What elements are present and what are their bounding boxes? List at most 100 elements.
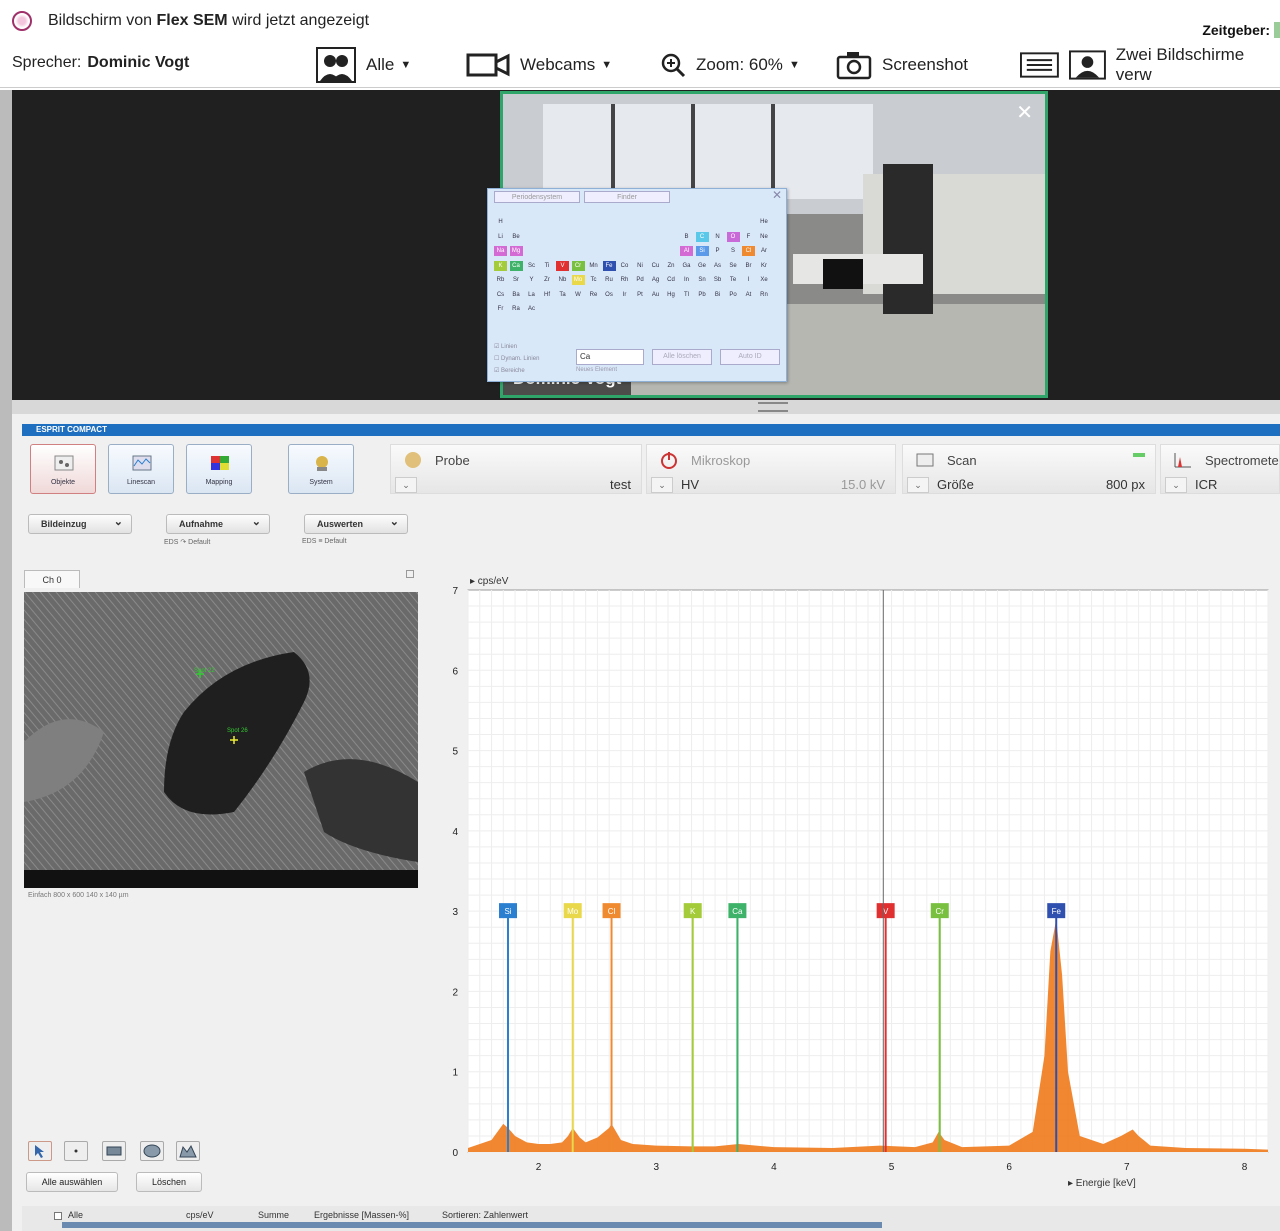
element-bi[interactable]: Bi	[711, 290, 724, 300]
element-mn[interactable]: Mn	[587, 261, 600, 271]
element-ta[interactable]: Ta	[556, 290, 569, 300]
element-hg[interactable]: Hg	[665, 290, 678, 300]
system-button[interactable]: System	[288, 444, 354, 494]
element-fe[interactable]: Fe	[602, 260, 616, 271]
element-he[interactable]: He	[758, 217, 771, 227]
element-ca[interactable]: Ca	[509, 260, 523, 271]
element-br[interactable]: Br	[742, 261, 755, 271]
element-i[interactable]: I	[742, 275, 755, 285]
element-p[interactable]: P	[711, 246, 724, 256]
element-f[interactable]: F	[742, 232, 755, 242]
probe-dropdown[interactable]: ⌄	[395, 477, 417, 493]
linescan-button[interactable]: Linescan	[108, 444, 174, 494]
element-cd[interactable]: Cd	[665, 275, 678, 285]
scan-dropdown[interactable]: ⌄	[907, 477, 929, 493]
element-cu[interactable]: Cu	[649, 261, 662, 271]
element-po[interactable]: Po	[727, 290, 740, 300]
close-icon[interactable]: ✕	[1016, 100, 1033, 125]
element-in[interactable]: In	[680, 275, 693, 285]
element-rn[interactable]: Rn	[758, 290, 771, 300]
pane-splitter[interactable]	[12, 400, 1280, 414]
element-kr[interactable]: Kr	[758, 261, 771, 271]
tab-periodic-table[interactable]: Periodensystem	[494, 191, 580, 203]
element-ni[interactable]: Ni	[634, 261, 647, 271]
element-pt[interactable]: Pt	[634, 290, 647, 300]
element-nb[interactable]: Nb	[556, 275, 569, 285]
element-as[interactable]: As	[711, 261, 724, 271]
tab-ch0[interactable]: Ch 0	[24, 570, 80, 588]
all-checkbox[interactable]	[54, 1212, 62, 1220]
acquisition-combo[interactable]: Aufnahme	[166, 513, 270, 534]
element-zn[interactable]: Zn	[665, 261, 678, 271]
element-ar[interactable]: Ar	[758, 246, 771, 256]
element-rb[interactable]: Rb	[494, 275, 507, 285]
image-acquisition-combo[interactable]: Bildeinzug	[28, 513, 132, 534]
element-co[interactable]: Co	[618, 261, 631, 271]
element-ti[interactable]: Ti	[541, 261, 554, 271]
element-xe[interactable]: Xe	[758, 275, 771, 285]
clear-all-button[interactable]: Alle löschen	[652, 349, 712, 365]
element-cl[interactable]: Cl	[742, 246, 755, 256]
auto-id-button[interactable]: Auto ID	[720, 349, 780, 365]
dyn-lines-check[interactable]: ☐ Dynam. Linien	[494, 355, 539, 362]
evaluate-combo[interactable]: Auswerten	[304, 513, 408, 534]
element-ga[interactable]: Ga	[680, 261, 693, 271]
ranges-check[interactable]: ☑ Bereiche	[494, 367, 525, 374]
element-la[interactable]: La	[525, 290, 538, 300]
element-si[interactable]: Si	[695, 246, 709, 256]
objects-button[interactable]: Objekte	[30, 444, 96, 494]
element-b[interactable]: B	[680, 232, 693, 242]
element-mg[interactable]: Mg	[509, 246, 523, 256]
element-sn[interactable]: Sn	[696, 275, 709, 285]
screenshot-button[interactable]: Screenshot	[836, 48, 968, 82]
element-c[interactable]: C	[695, 231, 709, 242]
maximize-icon[interactable]	[406, 570, 414, 578]
element-mo[interactable]: Mo	[571, 275, 585, 285]
close-icon[interactable]: ✕	[772, 188, 782, 202]
select-tool[interactable]	[28, 1141, 52, 1161]
microscope-dropdown[interactable]: ⌄	[651, 477, 673, 493]
element-ra[interactable]: Ra	[510, 304, 523, 314]
mapping-button[interactable]: Mapping	[186, 444, 252, 494]
zoom-dropdown[interactable]: Zoom: 60% ▼	[660, 48, 800, 82]
element-s[interactable]: S	[727, 246, 740, 256]
element-se[interactable]: Se	[727, 261, 740, 271]
element-na[interactable]: Na	[494, 246, 507, 256]
element-ba[interactable]: Ba	[510, 290, 523, 300]
element-rh[interactable]: Rh	[618, 275, 631, 285]
element-li[interactable]: Li	[494, 232, 507, 242]
element-pb[interactable]: Pb	[696, 290, 709, 300]
element-y[interactable]: Y	[525, 275, 538, 285]
element-ac[interactable]: Ac	[525, 304, 538, 314]
element-te[interactable]: Te	[727, 275, 740, 285]
element-cs[interactable]: Cs	[494, 290, 507, 300]
element-ir[interactable]: Ir	[618, 290, 631, 300]
ellipse-tool[interactable]	[140, 1141, 164, 1161]
dual-screen-button[interactable]: Zwei Bildschirme verw	[1020, 45, 1280, 84]
element-re[interactable]: Re	[587, 290, 600, 300]
element-ag[interactable]: Ag	[649, 275, 662, 285]
element-sb[interactable]: Sb	[711, 275, 724, 285]
element-ru[interactable]: Ru	[603, 275, 616, 285]
element-o[interactable]: O	[726, 231, 740, 242]
webcams-dropdown[interactable]: Webcams ▼	[466, 48, 612, 82]
element-pd[interactable]: Pd	[634, 275, 647, 285]
element-k[interactable]: K	[494, 260, 507, 271]
element-fr[interactable]: Fr	[494, 304, 507, 314]
element-os[interactable]: Os	[603, 290, 616, 300]
rect-tool[interactable]	[102, 1141, 126, 1161]
element-v[interactable]: V	[556, 260, 569, 271]
element-tc[interactable]: Tc	[587, 275, 600, 285]
lines-check[interactable]: ☑ Linien	[494, 343, 517, 350]
element-au[interactable]: Au	[649, 290, 662, 300]
element-h[interactable]: H	[494, 217, 507, 227]
element-be[interactable]: Be	[510, 232, 523, 242]
delete-button[interactable]: Löschen	[136, 1172, 202, 1192]
point-tool[interactable]	[64, 1141, 88, 1161]
spectrometer-dropdown[interactable]: ⌄	[1165, 477, 1187, 493]
element-at[interactable]: At	[742, 290, 755, 300]
element-zr[interactable]: Zr	[541, 275, 554, 285]
all-participants-dropdown[interactable]: Alle ▼	[316, 47, 411, 83]
element-ne[interactable]: Ne	[758, 232, 771, 242]
element-n[interactable]: N	[711, 232, 724, 242]
